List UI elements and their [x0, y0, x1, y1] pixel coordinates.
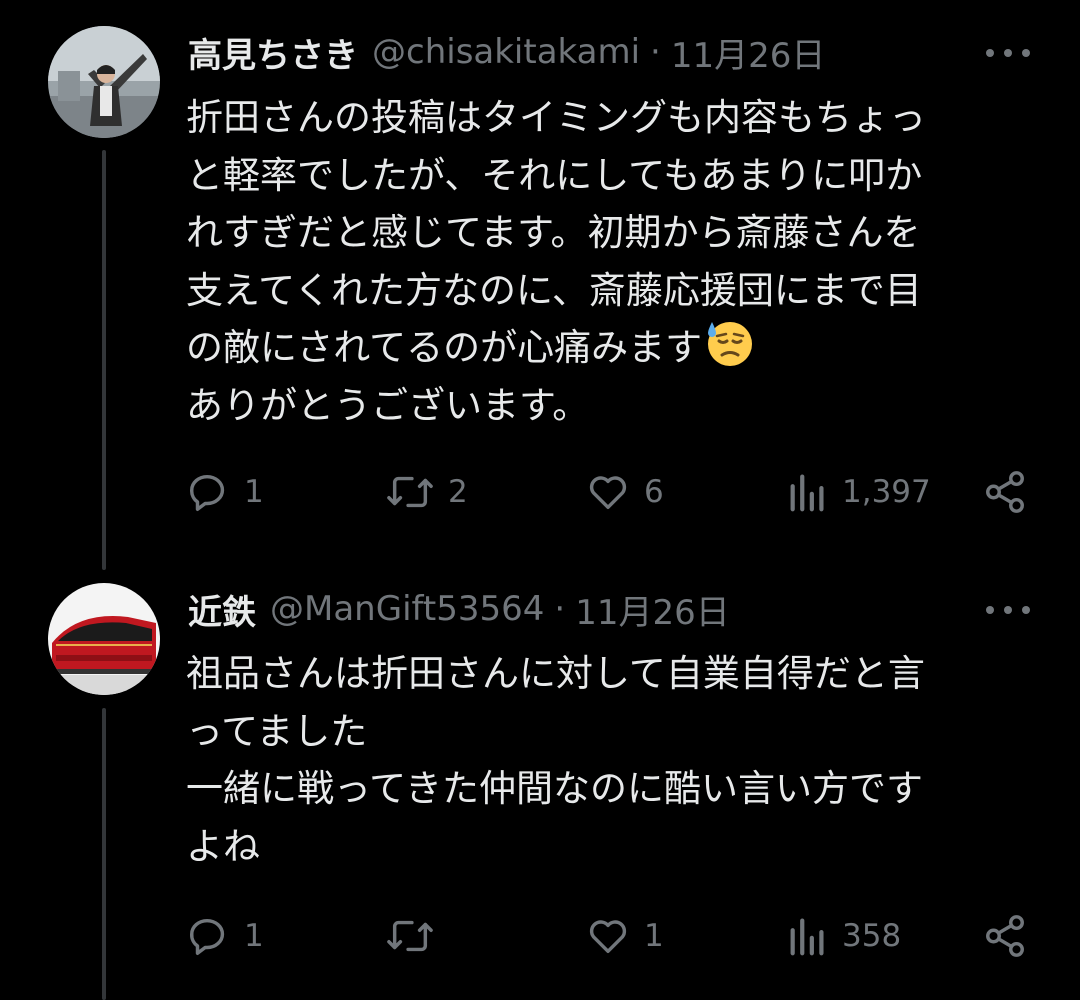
reply-button[interactable]: 1 — [186, 467, 264, 517]
display-name[interactable]: 近鉄 — [188, 585, 256, 634]
tweet-text-main: 折田さんの投稿はタイミングも内容もちょっ と軽率でしたが、それにしてもあまりに叩… — [186, 96, 926, 369]
like-icon — [589, 920, 627, 954]
reply-icon — [190, 474, 225, 511]
retweet-icon — [387, 920, 433, 952]
separator: · — [554, 589, 566, 629]
view-count: 1,397 — [842, 474, 931, 510]
share-icon — [986, 471, 1024, 513]
share-button[interactable] — [982, 911, 1028, 961]
like-count: 6 — [644, 474, 664, 510]
like-button[interactable]: 1 — [584, 911, 664, 961]
views-icon — [790, 918, 824, 956]
like-count: 1 — [644, 918, 664, 954]
views-button[interactable]: 358 — [786, 911, 901, 961]
retweet-button[interactable] — [384, 911, 448, 961]
retweet-icon — [387, 476, 433, 508]
tweet-text-end: ありがとうございます。 — [186, 383, 590, 427]
separator: · — [650, 32, 661, 72]
like-button[interactable]: 6 — [584, 467, 664, 517]
more-icon[interactable] — [986, 41, 1030, 65]
views-icon — [790, 474, 824, 512]
like-icon — [589, 476, 627, 510]
user-handle[interactable]: @chisakitakami — [372, 32, 640, 72]
retweet-count: 2 — [448, 474, 468, 510]
tweet-text: 折田さんの投稿はタイミングも内容もちょっ と軽率でしたが、それにしてもあまりに叩… — [186, 89, 1046, 434]
tweet-date[interactable]: 11月26日 — [575, 585, 730, 634]
display-name[interactable]: 高見ちさき — [188, 28, 358, 77]
reply-count: 1 — [244, 474, 264, 510]
tweet-header: 近鉄 @ManGift53564 · 11月26日 — [188, 585, 730, 634]
reply-count: 1 — [244, 918, 264, 954]
share-icon — [986, 915, 1024, 957]
reply-button[interactable]: 1 — [186, 911, 264, 961]
avatar[interactable] — [48, 26, 160, 138]
tweet-actions: 1 1 358 — [186, 911, 1036, 961]
view-count: 358 — [842, 918, 902, 954]
tweet-header: 高見ちさき @chisakitakami · 11月26日 — [188, 28, 826, 77]
downcast-face-with-sweat-icon — [708, 322, 753, 366]
retweet-button[interactable]: 2 — [384, 467, 468, 517]
thread-line — [102, 150, 106, 570]
tweet-text: 祖品さんは折田さんに対して自業自得だと言 ってました 一緒に戦ってきた仲間なのに… — [186, 652, 925, 868]
tweet-actions: 1 2 6 1,397 — [186, 467, 1036, 517]
views-button[interactable]: 1,397 — [786, 467, 931, 517]
tweet-date[interactable]: 11月26日 — [671, 28, 826, 77]
avatar[interactable] — [48, 583, 160, 695]
reply-icon — [190, 918, 225, 955]
user-handle[interactable]: @ManGift53564 — [270, 589, 544, 629]
more-icon[interactable] — [986, 598, 1030, 622]
share-button[interactable] — [982, 467, 1028, 517]
thread-line — [102, 708, 106, 1000]
